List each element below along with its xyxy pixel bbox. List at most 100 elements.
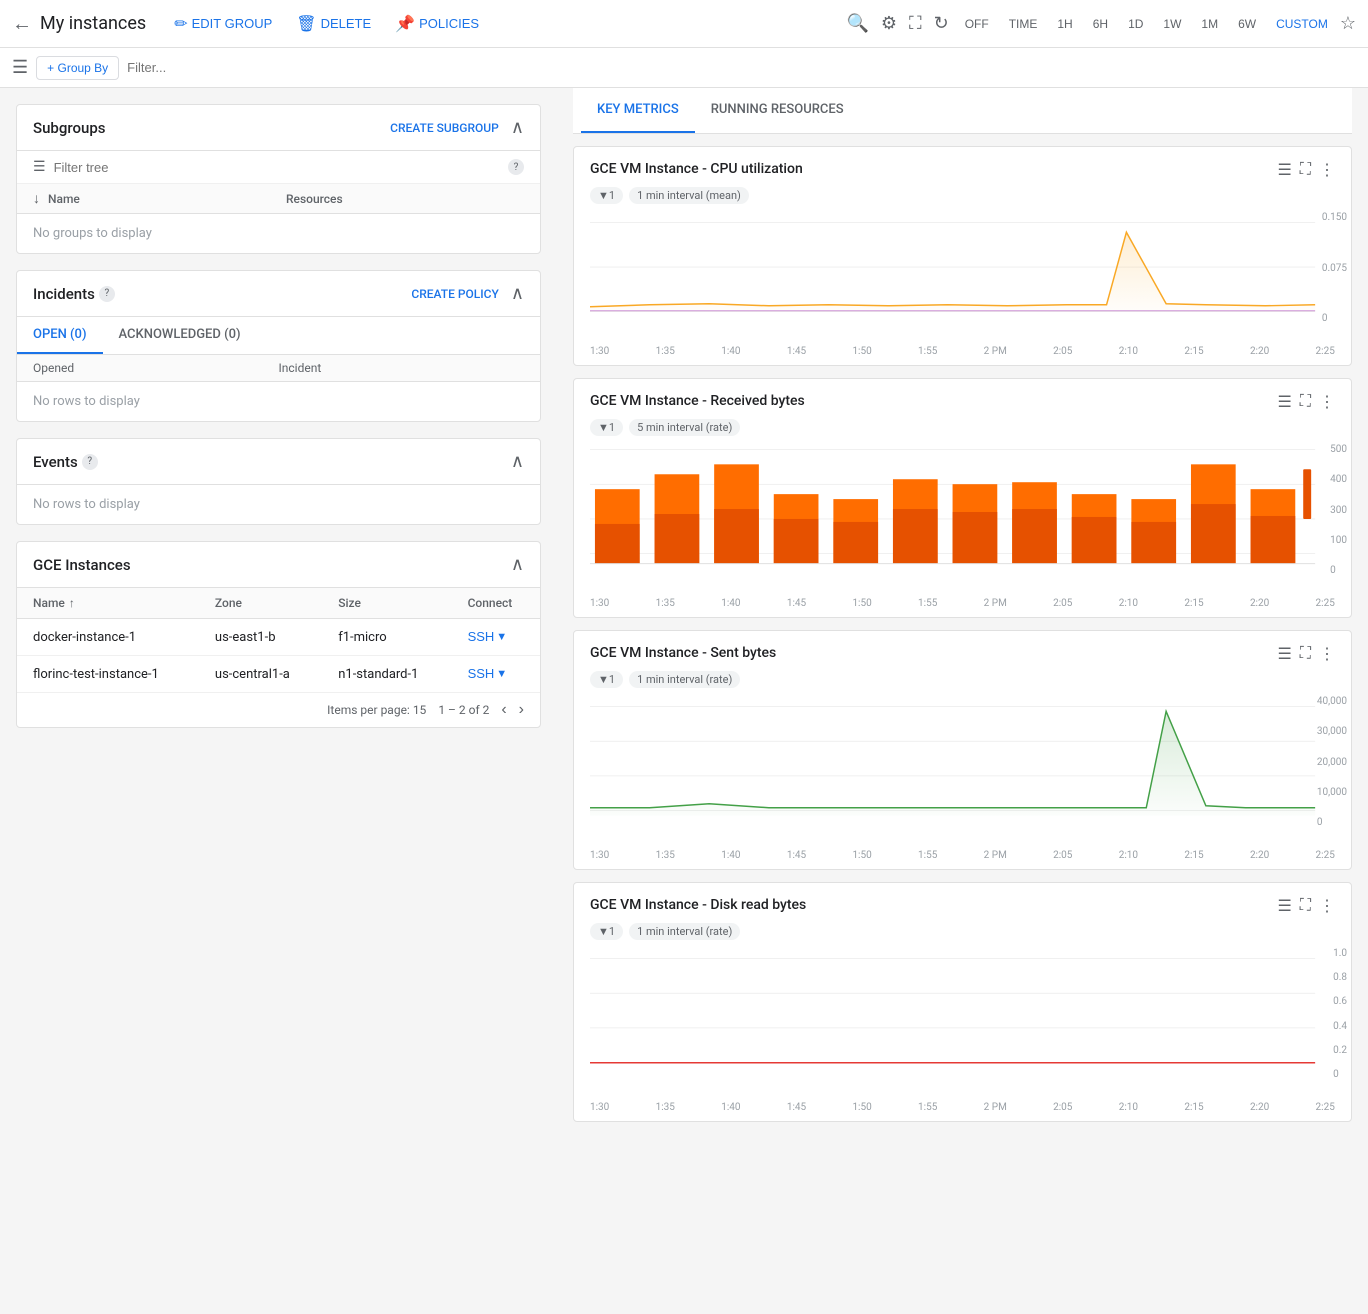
- settings-icon[interactable]: ⚙: [877, 9, 901, 38]
- search-icon[interactable]: 🔍: [842, 9, 872, 38]
- sb-tag-filter[interactable]: ▼1: [590, 671, 623, 688]
- star-icon[interactable]: ☆: [1340, 13, 1356, 34]
- help-icon[interactable]: ?: [508, 159, 524, 175]
- instance-name: docker-instance-1: [17, 619, 199, 656]
- delete-button[interactable]: 🗑 DELETE: [288, 10, 379, 38]
- delete-icon: 🗑: [296, 14, 316, 34]
- gce-col-zone: Zone: [199, 588, 322, 619]
- sort-arrow-icon[interactable]: ↓: [33, 190, 40, 207]
- subgroups-card: Subgroups CREATE SUBGROUP ∧ ☰ ? ↓ Name R…: [16, 104, 541, 254]
- filter-tree-icon: ☰: [33, 159, 46, 175]
- time-1w-button[interactable]: 1W: [1155, 13, 1189, 35]
- incidents-table-header: Opened Incident: [17, 355, 540, 382]
- rb-more-icon[interactable]: ⋮: [1319, 392, 1335, 411]
- subgroups-col-name: Name: [48, 192, 286, 206]
- time-1h-button[interactable]: 1H: [1049, 13, 1080, 35]
- time-off-button[interactable]: OFF: [957, 13, 997, 35]
- events-title: Events: [33, 453, 78, 471]
- cpu-chart-controls: ☰ ⛶ ⋮: [1277, 159, 1335, 179]
- next-page-button[interactable]: ›: [519, 701, 524, 719]
- rb-expand-icon[interactable]: ⛶: [1300, 391, 1311, 411]
- ssh-dropdown-icon[interactable]: ▼: [496, 631, 507, 643]
- fullscreen-icon[interactable]: ⛶: [905, 9, 926, 38]
- dr-list-icon[interactable]: ☰: [1277, 896, 1291, 915]
- incidents-tabs: OPEN (0) ACKNOWLEDGED (0): [17, 317, 540, 355]
- incidents-no-data: No rows to display: [17, 382, 540, 421]
- group-by-button[interactable]: + Group By: [36, 56, 119, 80]
- ssh-button[interactable]: SSH ▼: [468, 629, 508, 644]
- incidents-title: Incidents: [33, 285, 95, 303]
- sb-x-axis: 1:301:35 1:401:45 1:501:55 2 PM2:05 2:10…: [574, 848, 1351, 869]
- time-label-button[interactable]: TIME: [1001, 13, 1046, 35]
- tab-open[interactable]: OPEN (0): [17, 317, 103, 354]
- filter-tree-input[interactable]: [54, 160, 496, 175]
- time-1d-button[interactable]: 1D: [1120, 13, 1151, 35]
- sb-expand-icon[interactable]: ⛶: [1300, 643, 1311, 663]
- main-layout: Subgroups CREATE SUBGROUP ∧ ☰ ? ↓ Name R…: [0, 88, 1368, 1314]
- received-bytes-area: 500 400 300 100 0: [574, 444, 1351, 596]
- prev-page-button[interactable]: ‹: [501, 701, 506, 719]
- policies-button[interactable]: 📌 POLICIES: [387, 10, 487, 38]
- table-row: florinc-test-instance-1 us-central1-a n1…: [17, 656, 540, 693]
- ssh-dropdown-icon[interactable]: ▼: [496, 668, 507, 680]
- tab-key-metrics[interactable]: KEY METRICS: [581, 88, 695, 133]
- cpu-chart-header: GCE VM Instance - CPU utilization ☰ ⛶ ⋮: [574, 147, 1351, 183]
- events-help-icon[interactable]: ?: [82, 454, 98, 470]
- dr-tag-filter[interactable]: ▼1: [590, 923, 623, 940]
- instance-zone: us-east1-b: [199, 619, 322, 656]
- edit-group-button[interactable]: ✏ EDIT GROUP: [166, 10, 280, 38]
- cpu-list-icon[interactable]: ☰: [1277, 160, 1291, 179]
- ssh-button[interactable]: SSH ▼: [468, 666, 508, 681]
- dr-y-axis: 1.0 0.8 0.6 0.4 0.2 0: [1333, 948, 1347, 1080]
- subgroups-collapse-icon[interactable]: ∧: [511, 117, 524, 138]
- cpu-chart-title: GCE VM Instance - CPU utilization: [590, 161, 803, 177]
- cpu-chart-card: GCE VM Instance - CPU utilization ☰ ⛶ ⋮ …: [573, 146, 1352, 366]
- cpu-more-icon[interactable]: ⋮: [1319, 160, 1335, 179]
- back-button[interactable]: ←: [12, 11, 32, 36]
- create-subgroup-link[interactable]: CREATE SUBGROUP: [390, 121, 499, 135]
- filter-input[interactable]: [127, 60, 303, 75]
- time-6h-button[interactable]: 6H: [1085, 13, 1116, 35]
- rb-tag-filter[interactable]: ▼1: [590, 419, 623, 436]
- subgroups-table-header: ↓ Name Resources: [17, 184, 540, 214]
- pagination-row: Items per page: 15 1 – 2 of 2 ‹ ›: [17, 693, 540, 727]
- tab-running-resources[interactable]: RUNNING RESOURCES: [695, 88, 860, 133]
- time-6w-button[interactable]: 6W: [1230, 13, 1264, 35]
- tab-acknowledged[interactable]: ACKNOWLEDGED (0): [103, 317, 257, 354]
- gce-instances-header: GCE Instances ∧: [17, 542, 540, 588]
- dr-more-icon[interactable]: ⋮: [1319, 896, 1335, 915]
- events-collapse-icon[interactable]: ∧: [511, 451, 524, 472]
- gce-col-name: Name ↑: [17, 588, 199, 619]
- dr-tag-interval: 1 min interval (rate): [629, 923, 740, 940]
- sb-more-icon[interactable]: ⋮: [1319, 644, 1335, 663]
- page-range: 1 – 2 of 2: [438, 703, 489, 717]
- menu-icon[interactable]: ☰: [12, 57, 28, 78]
- cpu-chart-tags: ▼1 1 min interval (mean): [574, 183, 1351, 212]
- gce-instances-table: Name ↑ Zone Size Connect docker-instance…: [17, 588, 540, 693]
- gce-instances-collapse-icon[interactable]: ∧: [511, 554, 524, 575]
- incidents-collapse-icon[interactable]: ∧: [511, 283, 524, 304]
- disk-read-tags: ▼1 1 min interval (rate): [574, 919, 1351, 948]
- events-no-data: No rows to display: [17, 485, 540, 524]
- instance-name: florinc-test-instance-1: [17, 656, 199, 693]
- incidents-help-icon[interactable]: ?: [99, 286, 115, 302]
- dr-x-axis: 1:301:35 1:401:45 1:501:55 2 PM2:05 2:10…: [574, 1100, 1351, 1121]
- cpu-x-axis: 1:301:35 1:401:45 1:501:55 2 PM2:05 2:10…: [574, 344, 1351, 365]
- cpu-expand-icon[interactable]: ⛶: [1300, 159, 1311, 179]
- instance-zone: us-central1-a: [199, 656, 322, 693]
- cpu-tag-filter[interactable]: ▼1: [590, 187, 623, 204]
- create-policy-link[interactable]: CREATE POLICY: [411, 287, 498, 301]
- refresh-icon[interactable]: ↻: [930, 9, 953, 38]
- rb-list-icon[interactable]: ☰: [1277, 392, 1291, 411]
- disk-read-header: GCE VM Instance - Disk read bytes ☰ ⛶ ⋮: [574, 883, 1351, 919]
- name-sort-icon[interactable]: ↑: [69, 596, 75, 610]
- edit-icon: ✏: [174, 14, 187, 34]
- sb-list-icon[interactable]: ☰: [1277, 644, 1291, 663]
- gce-col-connect: Connect: [452, 588, 540, 619]
- time-1m-button[interactable]: 1M: [1193, 13, 1226, 35]
- cpu-chart-area: 0.150 0.075 0: [574, 212, 1351, 344]
- received-bytes-svg: [590, 444, 1335, 584]
- dr-expand-icon[interactable]: ⛶: [1300, 895, 1311, 915]
- time-custom-button[interactable]: CUSTOM: [1268, 13, 1336, 35]
- received-bytes-controls: ☰ ⛶ ⋮: [1277, 391, 1335, 411]
